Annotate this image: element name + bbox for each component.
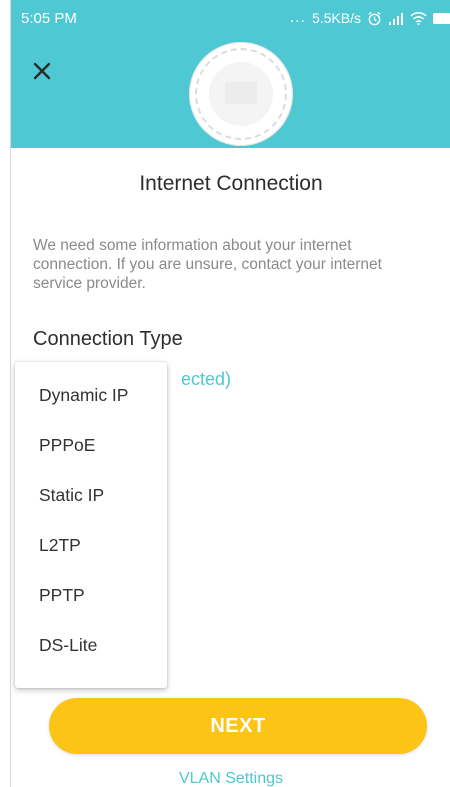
status-time: 5:05 PM: [21, 9, 77, 27]
page-description: We need some information about your inte…: [33, 237, 382, 292]
wifi-icon: [410, 12, 427, 25]
dropdown-item-dynamic-ip[interactable]: Dynamic IP: [15, 370, 167, 420]
dropdown-item-pppoe[interactable]: PPPoE: [15, 420, 167, 470]
connection-type-selected[interactable]: ected): [181, 369, 231, 390]
dropdown-item-static-ip[interactable]: Static IP: [15, 470, 167, 520]
status-icons: ... 5.5KB/s: [290, 10, 450, 26]
close-icon: [33, 62, 51, 80]
connection-type-label: Connection Type: [33, 328, 183, 350]
connection-type-dropdown: Dynamic IP PPPoE Static IP L2TP PPTP DS-…: [15, 362, 167, 688]
close-button[interactable]: [27, 56, 57, 86]
router-device-image: [189, 42, 293, 146]
status-bar: 5:05 PM ... 5.5KB/s: [11, 0, 450, 36]
network-speed: 5.5KB/s: [311, 10, 361, 26]
next-button[interactable]: NEXT: [49, 698, 427, 754]
device-led-panel: [225, 82, 257, 104]
header-banner: 5:05 PM ... 5.5KB/s: [11, 0, 450, 148]
dropdown-item-l2tp[interactable]: L2TP: [15, 520, 167, 570]
app-screen: 5:05 PM ... 5.5KB/s Internet Connection …: [10, 0, 450, 787]
vlan-settings-link[interactable]: VLAN Settings: [11, 770, 450, 787]
dropdown-item-ds-lite[interactable]: DS-Lite: [15, 620, 167, 670]
alarm-icon: [368, 11, 381, 25]
battery-icon: [433, 12, 450, 24]
dropdown-item-pptp[interactable]: PPTP: [15, 570, 167, 620]
page-title: Internet Connection: [139, 172, 323, 195]
signal-icon: [389, 12, 403, 25]
status-dots: ...: [289, 9, 306, 26]
